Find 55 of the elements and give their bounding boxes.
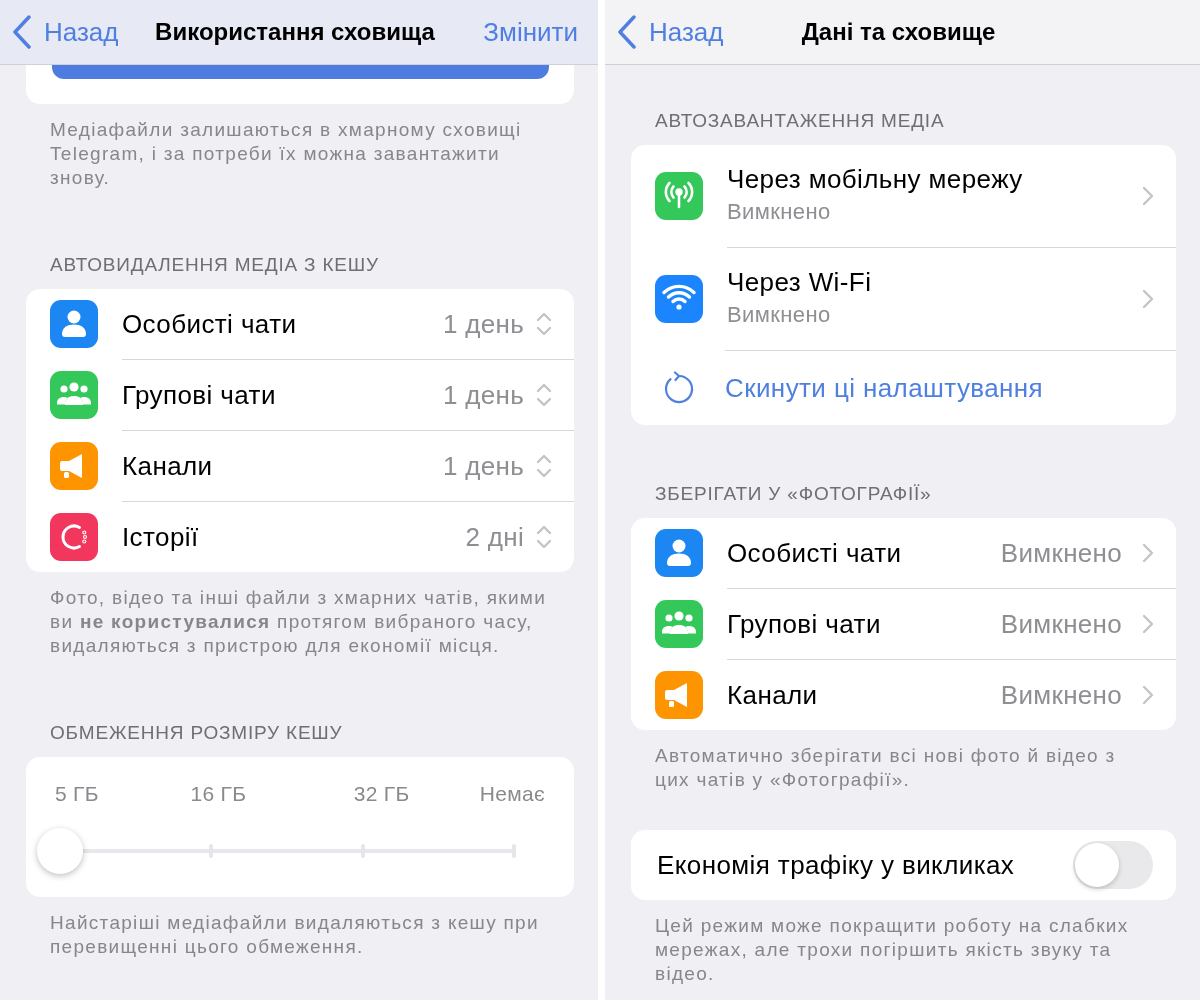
up-down-chevron-icon bbox=[536, 524, 552, 550]
slider-tick bbox=[360, 844, 365, 858]
chevron-right-icon bbox=[1142, 543, 1154, 563]
footnote-text: Найстаріші медіафайли видаляються з кешу при перевищенні цього обмеження. bbox=[49, 911, 540, 959]
row-value: Вимкнено bbox=[1000, 609, 1122, 639]
toggle-switch[interactable] bbox=[1073, 841, 1153, 889]
row-value[interactable]: 2 дні bbox=[465, 522, 524, 552]
up-down-chevron-icon bbox=[536, 453, 552, 479]
chevron-right-icon bbox=[1142, 289, 1154, 309]
chevron-left-icon bbox=[617, 15, 637, 49]
chevron-left-icon bbox=[12, 15, 32, 49]
section-header: АВТОВИДАЛЕННЯ МЕДІА З КЕШУ bbox=[50, 254, 380, 276]
row-label: Канали bbox=[122, 451, 214, 481]
nav-title: Використання сховища bbox=[155, 18, 435, 46]
back-button[interactable]: Назад bbox=[617, 15, 724, 49]
footnote-text: Фото, відео та інші файли з хмарних чатів, якими ви не користувалися протягом вибраного часу, видаляються з пристрою для економії місця. bbox=[49, 586, 548, 658]
edit-button[interactable]: Змінити bbox=[483, 16, 578, 48]
slider-thumb[interactable] bbox=[37, 828, 83, 874]
row-label: Особисті чати bbox=[122, 309, 298, 339]
row-value[interactable]: 1 день bbox=[442, 309, 524, 339]
row-value: Вимкнено bbox=[1000, 538, 1122, 568]
row-label: Групові чати bbox=[122, 380, 277, 410]
row-label: Через Wi-Fi bbox=[727, 267, 873, 297]
nav-title: Дані та сховище bbox=[801, 18, 996, 46]
section-header: ЗБЕРІГАТИ У «ФОТОГРАФІЇ» bbox=[655, 483, 933, 505]
section-header: АВТОЗАВАНТАЖЕННЯ МЕДІА bbox=[655, 110, 946, 132]
up-down-chevron-icon bbox=[536, 382, 552, 408]
row-label: Групові чати bbox=[727, 609, 882, 639]
size-stop-label: 5 ГБ bbox=[55, 782, 99, 806]
footnote-text: Автоматично зберігати всі нові фото й відео з цих чатів у «Фотографії». bbox=[654, 744, 1117, 792]
reset-link[interactable]: Скинути ці налаштування bbox=[725, 373, 1044, 403]
circular-arrow-icon bbox=[662, 370, 696, 405]
size-stop-label: 32 ГБ bbox=[353, 782, 410, 806]
row-value[interactable]: 1 день bbox=[442, 451, 524, 481]
up-down-chevron-icon bbox=[536, 311, 552, 337]
slider-tick bbox=[209, 844, 214, 858]
row-label: Канали bbox=[727, 680, 819, 710]
row-value[interactable]: 1 день bbox=[442, 380, 524, 410]
row-subtitle: Вимкнено bbox=[727, 301, 832, 329]
row-value: Вимкнено bbox=[1000, 680, 1122, 710]
footnote-text: Медіафайли залишаються в хмарному сховищі Telegram, і за потреби їх можна завантажити знову. bbox=[49, 118, 523, 190]
chevron-right-icon bbox=[1142, 685, 1154, 705]
row-label: Економія трафіку у викликах bbox=[657, 850, 1016, 880]
row-label: Історії bbox=[122, 522, 200, 552]
size-stop-label: Немає bbox=[479, 782, 545, 806]
row-label: Через мобільну мережу bbox=[727, 164, 1024, 194]
size-stop-label: 16 ГБ bbox=[190, 782, 247, 806]
section-header: ОБМЕЖЕННЯ РОЗМІРУ КЕШУ bbox=[50, 722, 344, 744]
back-button[interactable]: Назад bbox=[12, 15, 119, 49]
footnote-text: Цей режим може покращити роботу на слабких мережах, але трохи погіршить якість звуку та відео. bbox=[654, 914, 1130, 986]
row-subtitle: Вимкнено bbox=[727, 198, 832, 226]
row-label: Особисті чати bbox=[727, 538, 903, 568]
chevron-right-icon bbox=[1142, 186, 1154, 206]
chevron-right-icon bbox=[1142, 614, 1154, 634]
wide-button[interactable] bbox=[52, 65, 549, 79]
